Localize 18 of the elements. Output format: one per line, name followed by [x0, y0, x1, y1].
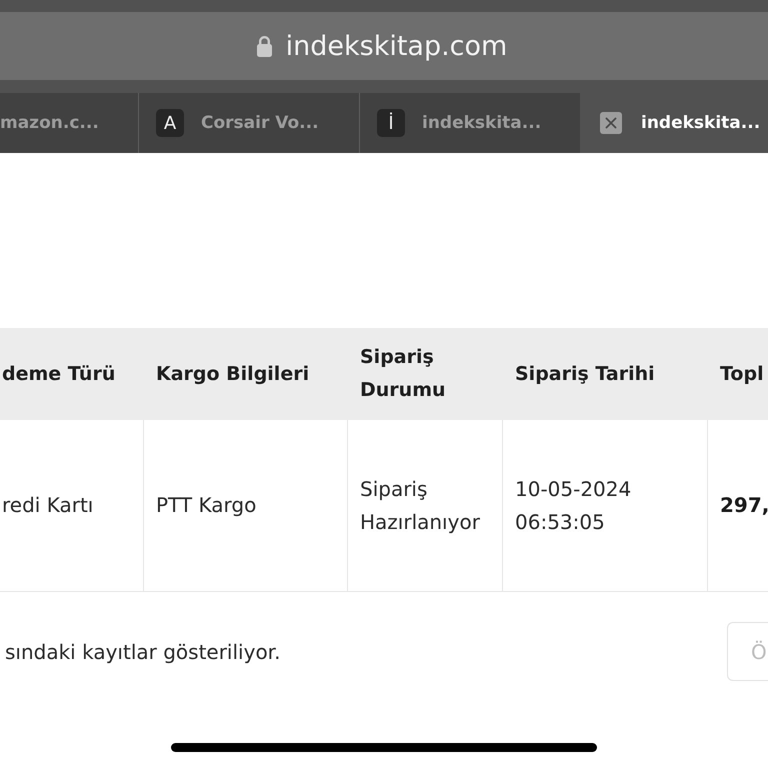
- table-cell: PTT Kargo: [144, 420, 348, 592]
- browser-tab[interactable]: A Corsair Vo...: [138, 93, 359, 153]
- table-cell: redi Kartı: [0, 420, 144, 592]
- table-cell: 297,: [708, 420, 768, 592]
- browser-tab[interactable]: mazon.c...: [0, 93, 138, 153]
- browser-tab[interactable]: İ indekskita...: [359, 93, 580, 153]
- summary-text: sındaki kayıtlar gösteriliyor.: [4, 640, 280, 664]
- table-cell: Sipariş Hazırlanıyor: [348, 420, 503, 592]
- address-bar[interactable]: indekskitap.com: [0, 12, 768, 80]
- site-favicon: A: [156, 109, 184, 137]
- site-favicon: İ: [377, 109, 405, 137]
- column-header: Topl: [719, 362, 765, 386]
- column-header: Sipariş Tarihi: [514, 362, 656, 386]
- column-header: deme Türü: [1, 362, 116, 386]
- close-icon[interactable]: [600, 112, 622, 134]
- column-header: Kargo Bilgileri: [155, 362, 310, 386]
- table-cell: 10-05-2024 06:53:05: [503, 420, 708, 592]
- column-header: Sipariş Durumu: [359, 345, 447, 403]
